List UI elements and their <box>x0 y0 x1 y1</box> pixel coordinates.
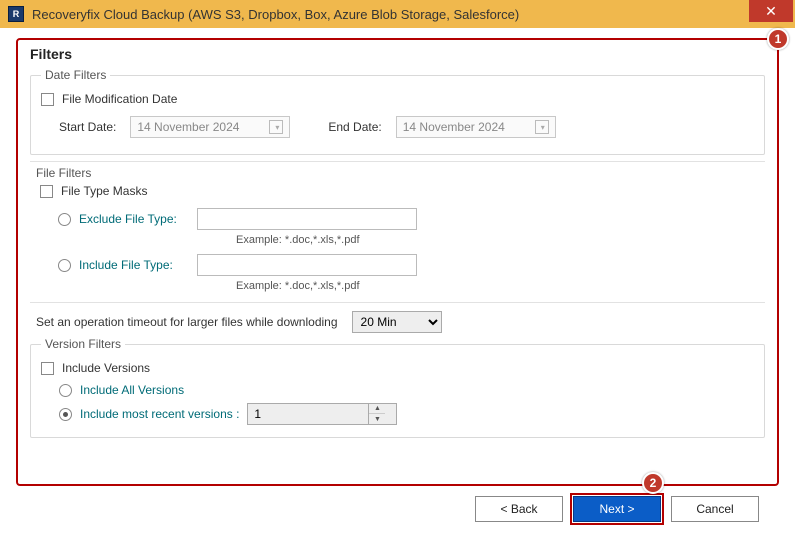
include-versions-label: Include Versions <box>62 361 150 375</box>
exclude-example-text: Example: *.doc,*.xls,*.pdf <box>236 234 755 246</box>
filters-heading: Filters <box>30 46 765 62</box>
annotation-badge-2: 2 <box>642 472 664 494</box>
version-filters-group: Version Filters Include Versions Include… <box>30 337 765 438</box>
exclude-file-type-radio[interactable] <box>58 213 71 226</box>
spinner-up-icon[interactable]: ▲ <box>369 404 385 414</box>
app-icon: R <box>8 6 24 22</box>
include-file-type-label: Include File Type: <box>79 258 189 272</box>
date-filters-legend: Date Filters <box>41 68 110 82</box>
file-modification-date-checkbox[interactable] <box>41 93 54 106</box>
date-filters-group: Date Filters File Modification Date Star… <box>30 68 765 155</box>
filters-panel: 1 Filters Date Filters File Modification… <box>16 38 779 486</box>
file-type-masks-checkbox[interactable] <box>40 185 53 198</box>
recent-versions-value[interactable] <box>248 407 368 421</box>
file-filters-legend: File Filters <box>36 166 755 180</box>
include-all-versions-radio[interactable] <box>59 384 72 397</box>
next-button[interactable]: Next > <box>573 496 661 522</box>
end-date-label: End Date: <box>328 120 381 134</box>
include-file-type-input[interactable] <box>197 254 417 276</box>
file-type-masks-label: File Type Masks <box>61 184 147 198</box>
timeout-label: Set an operation timeout for larger file… <box>36 315 338 329</box>
include-recent-versions-label: Include most recent versions : <box>80 407 239 421</box>
timeout-select[interactable]: 20 Min <box>352 311 442 333</box>
include-example-text: Example: *.doc,*.xls,*.pdf <box>236 280 755 292</box>
recent-versions-spinner[interactable]: ▲ ▼ <box>247 403 397 425</box>
annotation-badge-1: 1 <box>767 28 789 50</box>
start-date-label: Start Date: <box>59 120 116 134</box>
file-modification-date-label: File Modification Date <box>62 92 177 106</box>
include-versions-checkbox[interactable] <box>41 362 54 375</box>
calendar-icon <box>269 120 283 134</box>
start-date-value: 14 November 2024 <box>137 120 239 134</box>
title-bar: R Recoveryfix Cloud Backup (AWS S3, Drop… <box>0 0 795 28</box>
footer-buttons: 2 < Back Next > Cancel <box>16 486 779 522</box>
exclude-file-type-input[interactable] <box>197 208 417 230</box>
back-button[interactable]: < Back <box>475 496 563 522</box>
include-file-type-radio[interactable] <box>58 259 71 272</box>
include-all-versions-label: Include All Versions <box>80 383 184 397</box>
end-date-value: 14 November 2024 <box>403 120 505 134</box>
spinner-down-icon[interactable]: ▼ <box>369 414 385 424</box>
file-filters-group: File Filters File Type Masks Exclude Fil… <box>30 161 765 303</box>
exclude-file-type-label: Exclude File Type: <box>79 212 189 226</box>
include-recent-versions-radio[interactable] <box>59 408 72 421</box>
close-icon: ✕ <box>765 3 777 20</box>
end-date-picker[interactable]: 14 November 2024 <box>396 116 556 138</box>
calendar-icon <box>535 120 549 134</box>
close-button[interactable]: ✕ <box>749 0 793 22</box>
cancel-button[interactable]: Cancel <box>671 496 759 522</box>
window-title: Recoveryfix Cloud Backup (AWS S3, Dropbo… <box>32 7 519 22</box>
start-date-picker[interactable]: 14 November 2024 <box>130 116 290 138</box>
version-filters-legend: Version Filters <box>41 337 125 351</box>
